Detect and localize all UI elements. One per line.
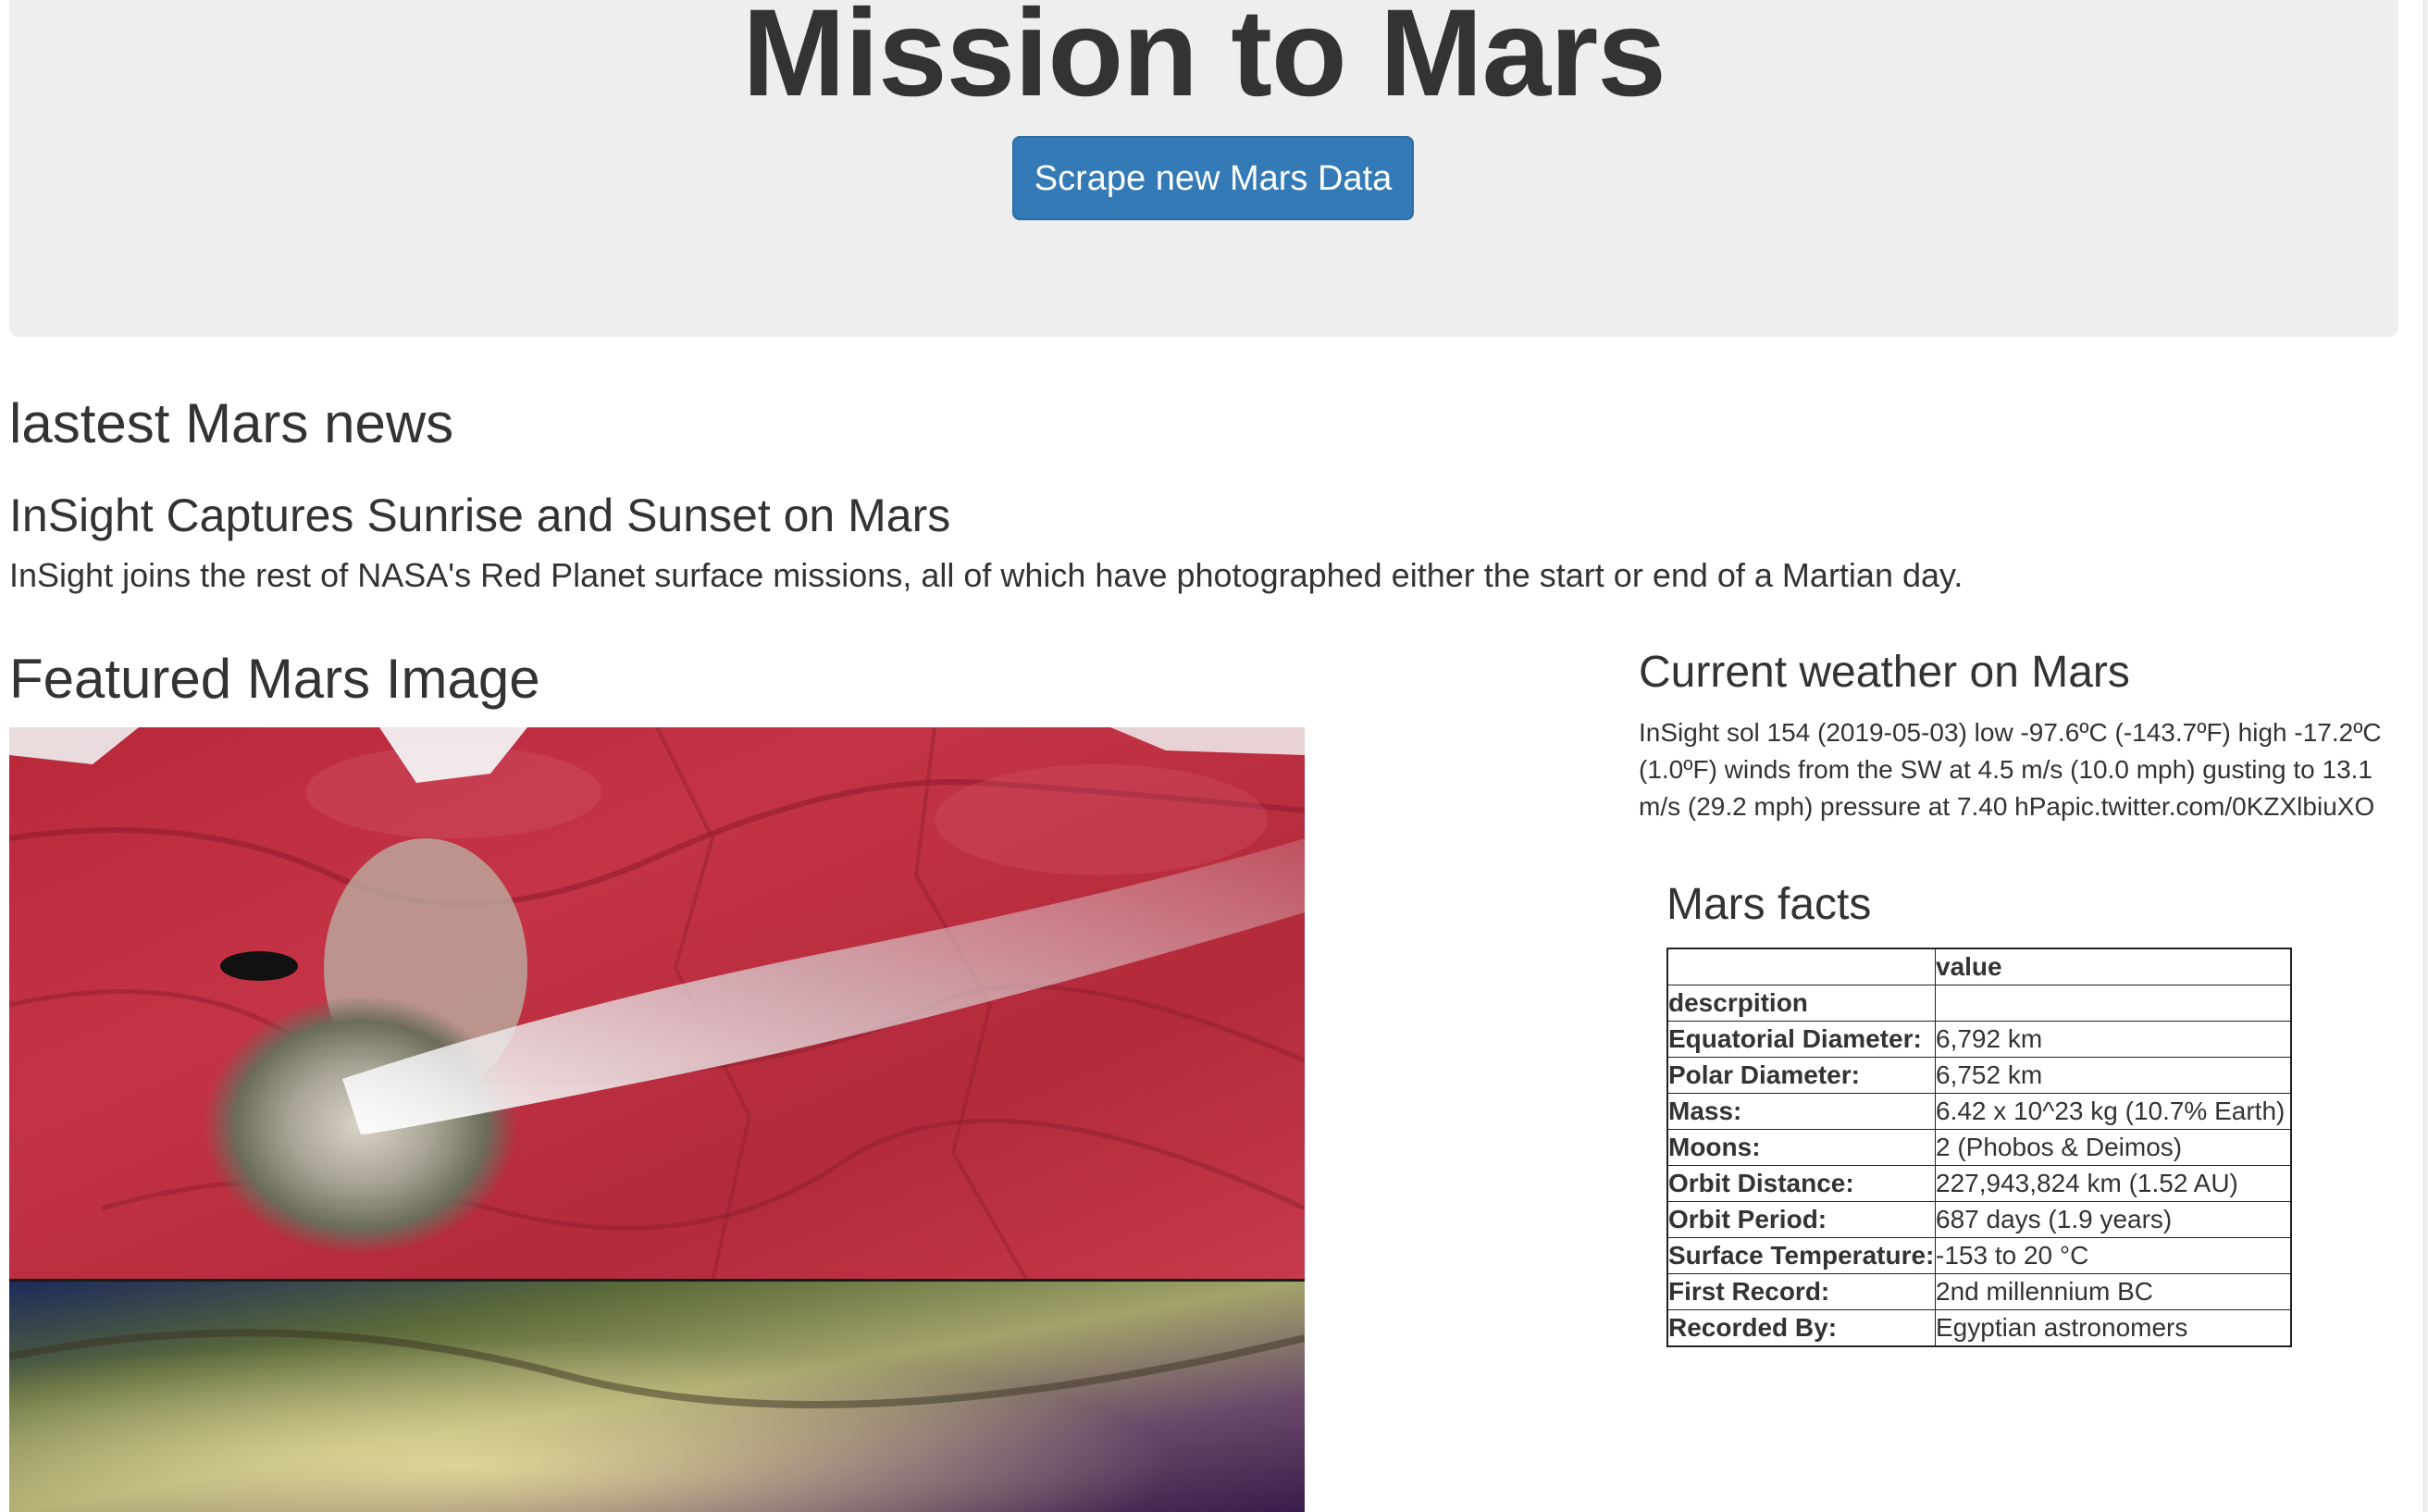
page-title: Mission to Mars xyxy=(742,0,1666,122)
fact-label: Orbit Distance: xyxy=(1666,1165,1936,1202)
facts-heading: Mars facts xyxy=(1666,880,1872,929)
weather-heading: Current weather on Mars xyxy=(1639,648,2130,697)
fact-label: Polar Diameter: xyxy=(1666,1057,1936,1094)
table-header-cell: value xyxy=(1935,948,2292,985)
scrape-button[interactable]: Scrape new Mars Data xyxy=(1012,136,1414,220)
fact-label: First Record: xyxy=(1666,1273,1936,1310)
table-row: Orbit Period: 687 days (1.9 years) xyxy=(1666,1201,2292,1238)
table-header-row: value xyxy=(1666,948,2292,985)
fact-value: Egyptian astronomers xyxy=(1935,1309,2292,1347)
table-row: Moons: 2 (Phobos & Deimos) xyxy=(1666,1129,2292,1166)
table-row: Mass: 6.42 x 10^23 kg (10.7% Earth) xyxy=(1666,1093,2292,1130)
table-row: Recorded By: Egyptian astronomers xyxy=(1666,1309,2292,1347)
news-section-heading: lastest Mars news xyxy=(9,392,454,454)
table-header-cell xyxy=(1666,948,1936,985)
page: Mission to Mars Scrape new Mars Data las… xyxy=(0,0,2428,1512)
fact-label: Mass: xyxy=(1666,1093,1936,1130)
table-row: First Record: 2nd millennium BC xyxy=(1666,1273,2292,1310)
jumbotron: Mission to Mars Scrape new Mars Data xyxy=(9,0,2398,337)
fact-value: 687 days (1.9 years) xyxy=(1935,1201,2292,1238)
weather-report: InSight sol 154 (2019-05-03) low -97.6ºC… xyxy=(1639,718,2382,821)
news-title: InSight Captures Sunrise and Sunset on M… xyxy=(9,490,951,541)
featured-image-heading: Featured Mars Image xyxy=(9,648,540,710)
news-teaser: InSight joins the rest of NASA's Red Pla… xyxy=(9,556,1963,594)
window-scrollbar-track[interactable] xyxy=(2423,0,2428,1512)
fact-value: 6.42 x 10^23 kg (10.7% Earth) xyxy=(1935,1093,2292,1130)
table-row: Polar Diameter: 6,752 km xyxy=(1666,1057,2292,1094)
fact-value: 2nd millennium BC xyxy=(1935,1273,2292,1310)
fact-label: Equatorial Diameter: xyxy=(1666,1021,1936,1058)
mars-facts-table: value descrpition Equatorial Diameter: 6… xyxy=(1666,948,2292,1347)
fact-value: 6,752 km xyxy=(1935,1057,2292,1094)
table-index-label: descrpition xyxy=(1666,985,1936,1022)
featured-mars-image xyxy=(9,727,1305,1512)
fact-value: 2 (Phobos & Deimos) xyxy=(1935,1129,2292,1166)
fact-value: 6,792 km xyxy=(1935,1021,2292,1058)
fact-value: -153 to 20 °C xyxy=(1935,1237,2292,1274)
fact-value: 227,943,824 km (1.52 AU) xyxy=(1935,1165,2292,1202)
fact-label: Orbit Period: xyxy=(1666,1201,1936,1238)
table-index-row: descrpition xyxy=(1666,985,2292,1022)
table-row: Surface Temperature: -153 to 20 °C xyxy=(1666,1237,2292,1274)
fact-label: Recorded By: xyxy=(1666,1309,1936,1347)
fact-label: Surface Temperature: xyxy=(1666,1237,1936,1274)
table-index-empty xyxy=(1935,985,2292,1022)
fact-label: Moons: xyxy=(1666,1129,1936,1166)
table-row: Orbit Distance: 227,943,824 km (1.52 AU) xyxy=(1666,1165,2292,1202)
table-row: Equatorial Diameter: 6,792 km xyxy=(1666,1021,2292,1058)
